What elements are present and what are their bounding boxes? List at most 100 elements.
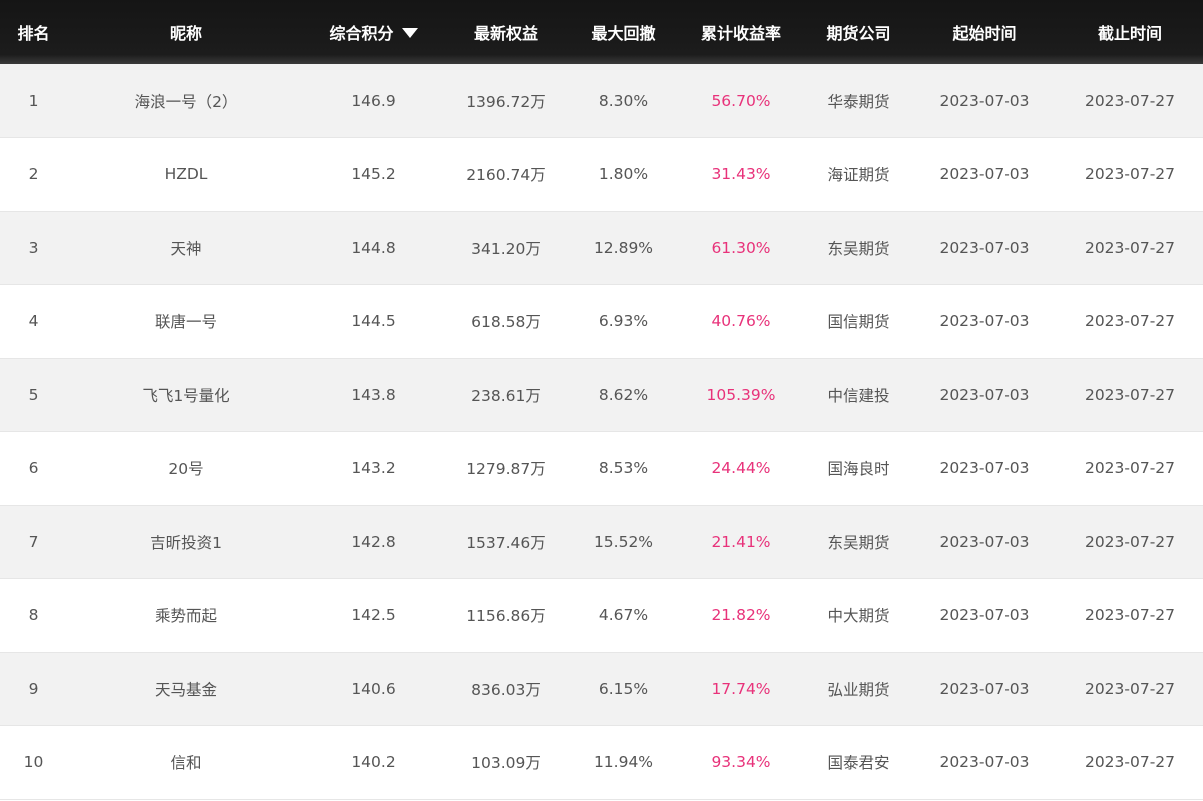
cell-equity: 238.61万 <box>471 386 541 405</box>
cell-broker: 华泰期货 <box>827 92 890 111</box>
header-end[interactable]: 截止时间 <box>1057 0 1203 64</box>
table-row[interactable]: 4 联唐一号 144.5 618.58万 6.93% 40.76% 国信期货 2023-07-… <box>0 284 1203 358</box>
cell-rank: 6 <box>28 459 39 478</box>
cell-end: 2023-07-27 <box>1084 459 1176 478</box>
cell-start: 2023-07-03 <box>939 532 1030 551</box>
cell-broker: 中信建投 <box>827 386 890 405</box>
cell-nickname: 联唐一号 <box>154 313 217 332</box>
cell-end: 2023-07-27 <box>1084 385 1176 404</box>
cell-score: 142.5 <box>351 606 396 625</box>
cell-nickname: 信和 <box>170 754 202 773</box>
cell-broker: 东吴期货 <box>827 239 890 258</box>
cell-score: 143.2 <box>351 459 396 478</box>
header-nickname[interactable]: 昵称 <box>67 0 305 64</box>
header-drawdown[interactable]: 最大回撤 <box>570 0 677 64</box>
cell-nickname: 吉昕投资1 <box>150 533 222 552</box>
cell-rank: 3 <box>28 238 39 257</box>
table-row[interactable]: 6 20号 143.2 1279.87万 8.53% 24.44% 国海良时 2023-07-… <box>0 431 1203 505</box>
cell-return-rate: 21.41% <box>711 532 771 551</box>
cell-return-rate: 93.34% <box>711 753 771 772</box>
cell-drawdown: 15.52% <box>593 532 654 551</box>
cell-equity: 1537.46万 <box>466 533 546 552</box>
cell-score: 140.2 <box>351 753 396 772</box>
cell-broker: 国海良时 <box>827 460 890 479</box>
cell-end: 2023-07-27 <box>1084 606 1176 625</box>
cell-nickname: HZDL <box>164 165 208 184</box>
cell-equity: 1279.87万 <box>466 460 546 479</box>
cell-nickname: 海浪一号（2） <box>134 92 238 111</box>
cell-start: 2023-07-03 <box>939 238 1030 257</box>
cell-nickname: 天马基金 <box>154 680 217 699</box>
cell-drawdown: 1.80% <box>598 165 649 184</box>
header-score-label: 综合积分 <box>329 24 394 43</box>
cell-rank: 9 <box>28 679 39 698</box>
cell-end: 2023-07-27 <box>1084 532 1176 551</box>
cell-broker: 国泰君安 <box>827 754 890 773</box>
cell-drawdown: 12.89% <box>593 238 654 257</box>
cell-equity: 618.58万 <box>471 313 541 332</box>
table-row[interactable]: 1 海浪一号（2） 146.9 1396.72万 8.30% 56.70% 华泰期货 2023… <box>0 64 1203 138</box>
cell-start: 2023-07-03 <box>939 459 1030 478</box>
cell-nickname: 乘势而起 <box>154 607 217 626</box>
header-equity[interactable]: 最新权益 <box>442 0 570 64</box>
header-return-rate[interactable]: 累计收益率 <box>677 0 805 64</box>
cell-return-rate: 24.44% <box>711 459 771 478</box>
cell-drawdown: 8.30% <box>598 91 649 110</box>
header-score[interactable]: 综合积分 <box>305 0 442 64</box>
cell-return-rate: 105.39% <box>706 385 776 404</box>
cell-end: 2023-07-27 <box>1084 91 1176 110</box>
cell-score: 142.8 <box>351 532 396 551</box>
cell-rank: 10 <box>23 753 44 772</box>
cell-broker: 海证期货 <box>827 166 890 185</box>
cell-return-rate: 21.82% <box>711 606 771 625</box>
cell-nickname: 飞飞1号量化 <box>142 386 230 405</box>
cell-return-rate: 17.74% <box>711 679 771 698</box>
header-rank[interactable]: 排名 <box>0 0 67 64</box>
triangle-down-icon[interactable] <box>401 28 418 38</box>
cell-score: 144.8 <box>351 238 396 257</box>
table-row[interactable]: 9 天马基金 140.6 836.03万 6.15% 17.74% 弘业期货 2023-07-… <box>0 652 1203 726</box>
cell-start: 2023-07-03 <box>939 165 1030 184</box>
cell-rank: 1 <box>28 91 39 110</box>
cell-equity: 2160.74万 <box>466 166 546 185</box>
cell-return-rate: 61.30% <box>711 238 771 257</box>
cell-rank: 4 <box>28 312 39 331</box>
table-body: 1 海浪一号（2） 146.9 1396.72万 8.30% 56.70% 华泰期货 2023… <box>0 64 1203 799</box>
cell-return-rate: 40.76% <box>711 312 771 331</box>
table-row[interactable]: 2 HZDL 145.2 2160.74万 1.80% 31.43% 海证期货 2023-07… <box>0 137 1203 211</box>
table-row[interactable]: 8 乘势而起 142.5 1156.86万 4.67% 21.82% 中大期货 2023-07… <box>0 578 1203 652</box>
table-row[interactable]: 5 飞飞1号量化 143.8 238.61万 8.62% 105.39% 中信建投 2023-… <box>0 358 1203 432</box>
cell-score: 145.2 <box>351 165 396 184</box>
table-row[interactable]: 7 吉昕投资1 142.8 1537.46万 15.52% 21.41% 东吴期货 2023-… <box>0 505 1203 579</box>
cell-nickname: 天神 <box>170 239 202 258</box>
header-broker[interactable]: 期货公司 <box>805 0 912 64</box>
cell-return-rate: 31.43% <box>711 165 771 184</box>
cell-rank: 8 <box>28 606 39 625</box>
table-row[interactable]: 10 信和 140.2 103.09万 11.94% 93.34% 国泰君安 2023-07-… <box>0 725 1203 799</box>
cell-drawdown: 8.62% <box>598 385 649 404</box>
cell-end: 2023-07-27 <box>1084 753 1176 772</box>
cell-start: 2023-07-03 <box>939 606 1030 625</box>
cell-start: 2023-07-03 <box>939 91 1030 110</box>
cell-drawdown: 6.15% <box>598 679 649 698</box>
cell-end: 2023-07-27 <box>1084 312 1176 331</box>
cell-equity: 103.09万 <box>471 754 541 773</box>
cell-end: 2023-07-27 <box>1084 238 1176 257</box>
cell-equity: 1396.72万 <box>466 92 546 111</box>
cell-equity: 836.03万 <box>471 680 541 699</box>
cell-start: 2023-07-03 <box>939 679 1030 698</box>
cell-equity: 341.20万 <box>471 239 541 258</box>
table-header: 排名 昵称 综合积分 最新权益 最大回撤 累计收益率 期货公司 起始时间 截止时… <box>0 0 1203 64</box>
cell-drawdown: 4.67% <box>598 606 649 625</box>
cell-broker: 弘业期货 <box>827 680 890 699</box>
cell-nickname: 20号 <box>168 460 204 479</box>
cell-drawdown: 11.94% <box>593 753 654 772</box>
cell-start: 2023-07-03 <box>939 753 1030 772</box>
cell-end: 2023-07-27 <box>1084 165 1176 184</box>
table-row[interactable]: 3 天神 144.8 341.20万 12.89% 61.30% 东吴期货 2023-07-0… <box>0 211 1203 285</box>
header-start[interactable]: 起始时间 <box>912 0 1057 64</box>
cell-score: 144.5 <box>351 312 396 331</box>
cell-equity: 1156.86万 <box>466 607 546 626</box>
cell-broker: 国信期货 <box>827 313 890 332</box>
header-row: 排名 昵称 综合积分 最新权益 最大回撤 累计收益率 期货公司 起始时间 截止时… <box>0 0 1203 64</box>
